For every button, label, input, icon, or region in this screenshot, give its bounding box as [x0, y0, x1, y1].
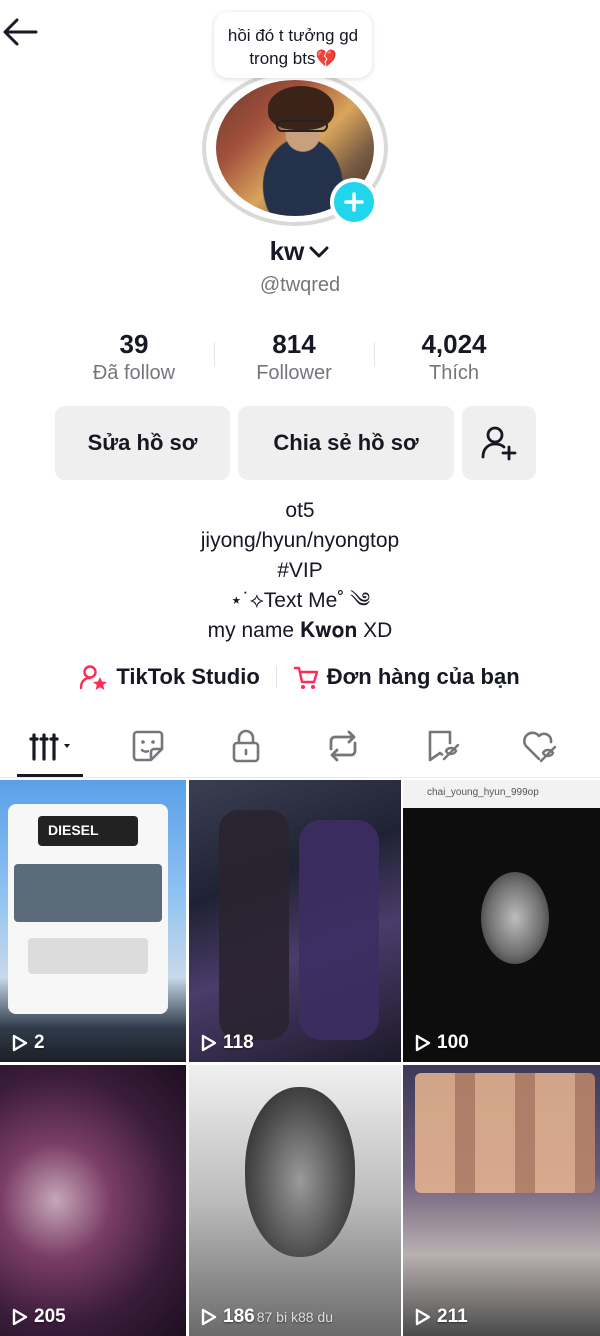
chevron-down-icon [309, 246, 329, 257]
stat-label: Thích [428, 362, 480, 384]
username: kw [269, 236, 305, 266]
profile-stats: 39 Đã follow 814 Follower 4,024 Thích [54, 328, 534, 386]
orders-label: Đơn hàng của bạn [326, 664, 520, 689]
tiktok-studio-link[interactable]: TikTok Studio [80, 664, 260, 690]
view-count: 100 [415, 1032, 469, 1054]
content-tabs [0, 718, 600, 778]
view-count-text: 205 [34, 1306, 66, 1327]
favorites-icon [428, 730, 460, 762]
tab-liked[interactable] [510, 726, 570, 766]
video-thumbnail[interactable]: 118 [189, 780, 401, 1062]
play-icon [201, 1308, 217, 1326]
liked-heart-icon [523, 731, 557, 763]
play-icon [201, 1034, 217, 1052]
stat-following[interactable]: 39 Đã follow [54, 328, 214, 386]
stat-label: Đã follow [92, 362, 176, 384]
stat-likes[interactable]: 4,024 Thích [374, 328, 534, 386]
video-thumbnail[interactable]: 211 [403, 1065, 600, 1336]
links-divider [275, 666, 277, 688]
profile-note-bubble[interactable]: hồi đó t tưởng gd trong bts💔 [214, 12, 372, 78]
view-count-text: 186 [223, 1306, 255, 1327]
video-thumbnail[interactable]: DIESEL 2 [0, 780, 186, 1062]
bio-line: ot5 [285, 499, 315, 522]
tab-favorites[interactable] [412, 726, 472, 766]
bio-line: my name 𝐊𝐰𝐨𝐧 XD [207, 619, 393, 642]
thumbnail-truck: DIESEL [8, 804, 168, 1014]
tab-videos[interactable] [24, 726, 84, 766]
view-count: 2 [12, 1032, 45, 1054]
view-count: 205 [12, 1306, 66, 1328]
back-button[interactable] [0, 12, 40, 52]
view-count: 186 87 bi k88 du [201, 1306, 333, 1328]
play-icon [12, 1034, 28, 1052]
plus-icon [344, 192, 364, 212]
stat-label: Follower [256, 362, 332, 384]
share-profile-button[interactable]: Chia sẻ hồ sơ [238, 406, 454, 480]
play-icon [415, 1034, 431, 1052]
arrow-left-icon [3, 18, 38, 46]
video-thumbnail[interactable]: 205 [0, 1065, 186, 1336]
bio-line: #VIP [277, 559, 323, 582]
stat-value: 814 [272, 329, 316, 359]
person-add-icon [481, 426, 517, 461]
creator-star-icon [80, 665, 108, 690]
video-grid: DIESEL 2 118 chai_young_hyun_999op 100 2… [0, 780, 600, 1336]
videos-grid-icon [29, 733, 70, 761]
play-icon [415, 1308, 431, 1326]
lock-icon [232, 729, 260, 763]
sticker-icon [132, 730, 164, 762]
profile-links: TikTok Studio Đơn hàng của bạn [0, 664, 600, 690]
stat-value: 4,024 [421, 329, 487, 359]
view-count-text: 118 [223, 1032, 254, 1053]
active-tab-indicator [17, 774, 83, 777]
view-count-text: 2 [34, 1032, 45, 1053]
stat-value: 39 [119, 329, 149, 359]
bio-line: jiyong/hyun/nyongtop [200, 529, 400, 552]
bio-line: ⋆˙⟡Text Me˚ ༄ [229, 589, 371, 612]
add-friends-button[interactable] [462, 406, 536, 480]
repost-icon [329, 730, 357, 762]
cart-icon [293, 666, 318, 689]
edit-profile-button[interactable]: Sửa hồ sơ [55, 406, 230, 480]
stat-followers[interactable]: 814 Follower [214, 328, 374, 386]
thumbnail-caption: 87 bi k88 du [256, 1309, 333, 1325]
add-story-button[interactable] [330, 178, 378, 226]
profile-bio: ot5 jiyong/hyun/nyongtop #VIP ⋆˙⟡Text Me… [0, 496, 600, 646]
play-icon [12, 1308, 28, 1326]
video-thumbnail[interactable]: 186 87 bi k88 du [189, 1065, 401, 1336]
tab-reposts[interactable] [313, 726, 373, 766]
profile-avatar[interactable] [202, 70, 388, 226]
tab-stickers[interactable] [118, 726, 178, 766]
view-count: 118 [201, 1032, 254, 1054]
view-count-text: 211 [437, 1306, 468, 1327]
thumbnail-caption: DIESEL [48, 822, 99, 838]
tiktok-studio-label: TikTok Studio [116, 664, 260, 689]
user-handle: @twqred [259, 274, 341, 296]
username-switcher[interactable]: kw [0, 236, 600, 267]
orders-link[interactable]: Đơn hàng của bạn [293, 664, 520, 690]
view-count-text: 100 [437, 1032, 469, 1053]
view-count: 211 [415, 1306, 468, 1328]
tab-private[interactable] [216, 726, 276, 766]
thumbnail-caption: chai_young_hyun_999op [427, 787, 539, 798]
video-thumbnail[interactable]: chai_young_hyun_999op 100 [403, 780, 600, 1062]
